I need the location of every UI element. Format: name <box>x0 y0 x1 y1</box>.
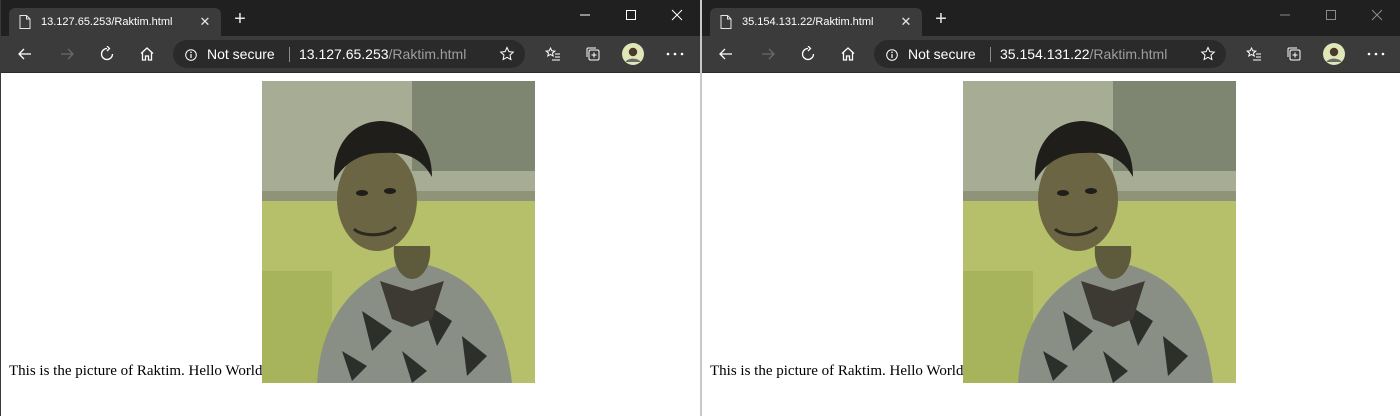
refresh-button[interactable] <box>796 42 820 66</box>
maximize-button[interactable] <box>1308 0 1354 30</box>
navigation-toolbar: Not secure 13.127.65.253/Raktim.html <box>1 36 700 73</box>
url-path: /Raktim.html <box>388 46 467 62</box>
more-icon <box>666 52 684 56</box>
home-icon <box>841 47 855 61</box>
collections-icon <box>586 47 600 61</box>
refresh-button[interactable] <box>95 42 119 66</box>
profile-button[interactable] <box>621 42 645 66</box>
more-menu-button[interactable] <box>663 42 687 66</box>
minimize-button[interactable] <box>562 0 608 30</box>
info-icon[interactable] <box>886 48 898 61</box>
browser-window-left: 13.127.65.253/Raktim.html ✕ + Not secure… <box>0 0 700 416</box>
tab-title: 35.154.131.22/Raktim.html <box>742 16 874 28</box>
page-content: This is the picture of Raktim. Hello Wor… <box>702 73 1400 416</box>
close-window-button[interactable] <box>654 0 700 30</box>
more-icon <box>1367 52 1385 56</box>
navigation-toolbar: Not secure 35.154.131.22/Raktim.html <box>702 36 1400 73</box>
home-button[interactable] <box>836 42 860 66</box>
home-icon <box>140 47 154 61</box>
address-bar[interactable]: Not secure 13.127.65.253/Raktim.html <box>173 40 525 68</box>
forward-arrow-icon <box>61 48 74 60</box>
portrait-photo <box>963 81 1236 383</box>
back-arrow-icon <box>719 48 732 60</box>
refresh-icon <box>100 46 114 61</box>
url-text[interactable]: 13.127.65.253/Raktim.html <box>299 46 466 62</box>
browser-tab[interactable]: 35.154.131.22/Raktim.html ✕ <box>710 8 922 36</box>
collections-button[interactable] <box>581 42 605 66</box>
home-button[interactable] <box>135 42 159 66</box>
page-text: This is the picture of Raktim. Hello Wor… <box>710 363 968 379</box>
tab-title: 13.127.65.253/Raktim.html <box>41 16 173 28</box>
back-arrow-icon <box>18 48 31 60</box>
page-icon <box>19 15 31 29</box>
close-tab-icon[interactable]: ✕ <box>197 14 213 30</box>
add-favorite-button[interactable] <box>1198 44 1218 64</box>
url-text[interactable]: 35.154.131.22/Raktim.html <box>1000 46 1167 62</box>
star-icon <box>499 46 515 61</box>
title-bar: 13.127.65.253/Raktim.html ✕ + <box>1 0 700 36</box>
security-label[interactable]: Not secure <box>207 46 275 62</box>
favorites-icon <box>1246 46 1261 61</box>
address-bar[interactable]: Not secure 35.154.131.22/Raktim.html <box>874 40 1226 68</box>
collections-button[interactable] <box>1282 42 1306 66</box>
refresh-icon <box>801 46 815 61</box>
back-button[interactable] <box>13 42 37 66</box>
window-controls <box>1262 0 1400 30</box>
new-tab-button[interactable]: + <box>231 9 249 29</box>
close-tab-icon[interactable]: ✕ <box>898 14 914 30</box>
info-icon[interactable] <box>185 48 197 61</box>
forward-arrow-icon <box>762 48 775 60</box>
title-bar: 35.154.131.22/Raktim.html ✕ + <box>702 0 1400 36</box>
favorites-button[interactable] <box>541 42 565 66</box>
url-host: 13.127.65.253 <box>299 46 389 62</box>
browser-tab[interactable]: 13.127.65.253/Raktim.html ✕ <box>9 8 221 36</box>
url-path: /Raktim.html <box>1089 46 1168 62</box>
page-content: This is the picture of Raktim. Hello Wor… <box>1 73 700 416</box>
security-label[interactable]: Not secure <box>908 46 976 62</box>
window-controls <box>562 0 700 30</box>
avatar <box>1323 43 1345 65</box>
back-button[interactable] <box>714 42 738 66</box>
more-menu-button[interactable] <box>1364 42 1388 66</box>
maximize-button[interactable] <box>608 0 654 30</box>
forward-button[interactable] <box>756 42 780 66</box>
page-text: This is the picture of Raktim. Hello Wor… <box>9 363 267 379</box>
avatar <box>622 43 644 65</box>
browser-window-right: 35.154.131.22/Raktim.html ✕ + Not secure… <box>700 0 1400 416</box>
url-host: 35.154.131.22 <box>1000 46 1090 62</box>
profile-button[interactable] <box>1322 42 1346 66</box>
star-icon <box>1200 46 1216 61</box>
close-window-button[interactable] <box>1354 0 1400 30</box>
favorites-icon <box>545 46 560 61</box>
page-icon <box>720 15 732 29</box>
address-divider <box>289 47 290 62</box>
new-tab-button[interactable]: + <box>932 9 950 29</box>
portrait-photo <box>262 81 535 383</box>
address-divider <box>990 47 991 62</box>
forward-button[interactable] <box>55 42 79 66</box>
add-favorite-button[interactable] <box>497 44 517 64</box>
favorites-button[interactable] <box>1242 42 1266 66</box>
minimize-button[interactable] <box>1262 0 1308 30</box>
collections-icon <box>1287 47 1301 61</box>
